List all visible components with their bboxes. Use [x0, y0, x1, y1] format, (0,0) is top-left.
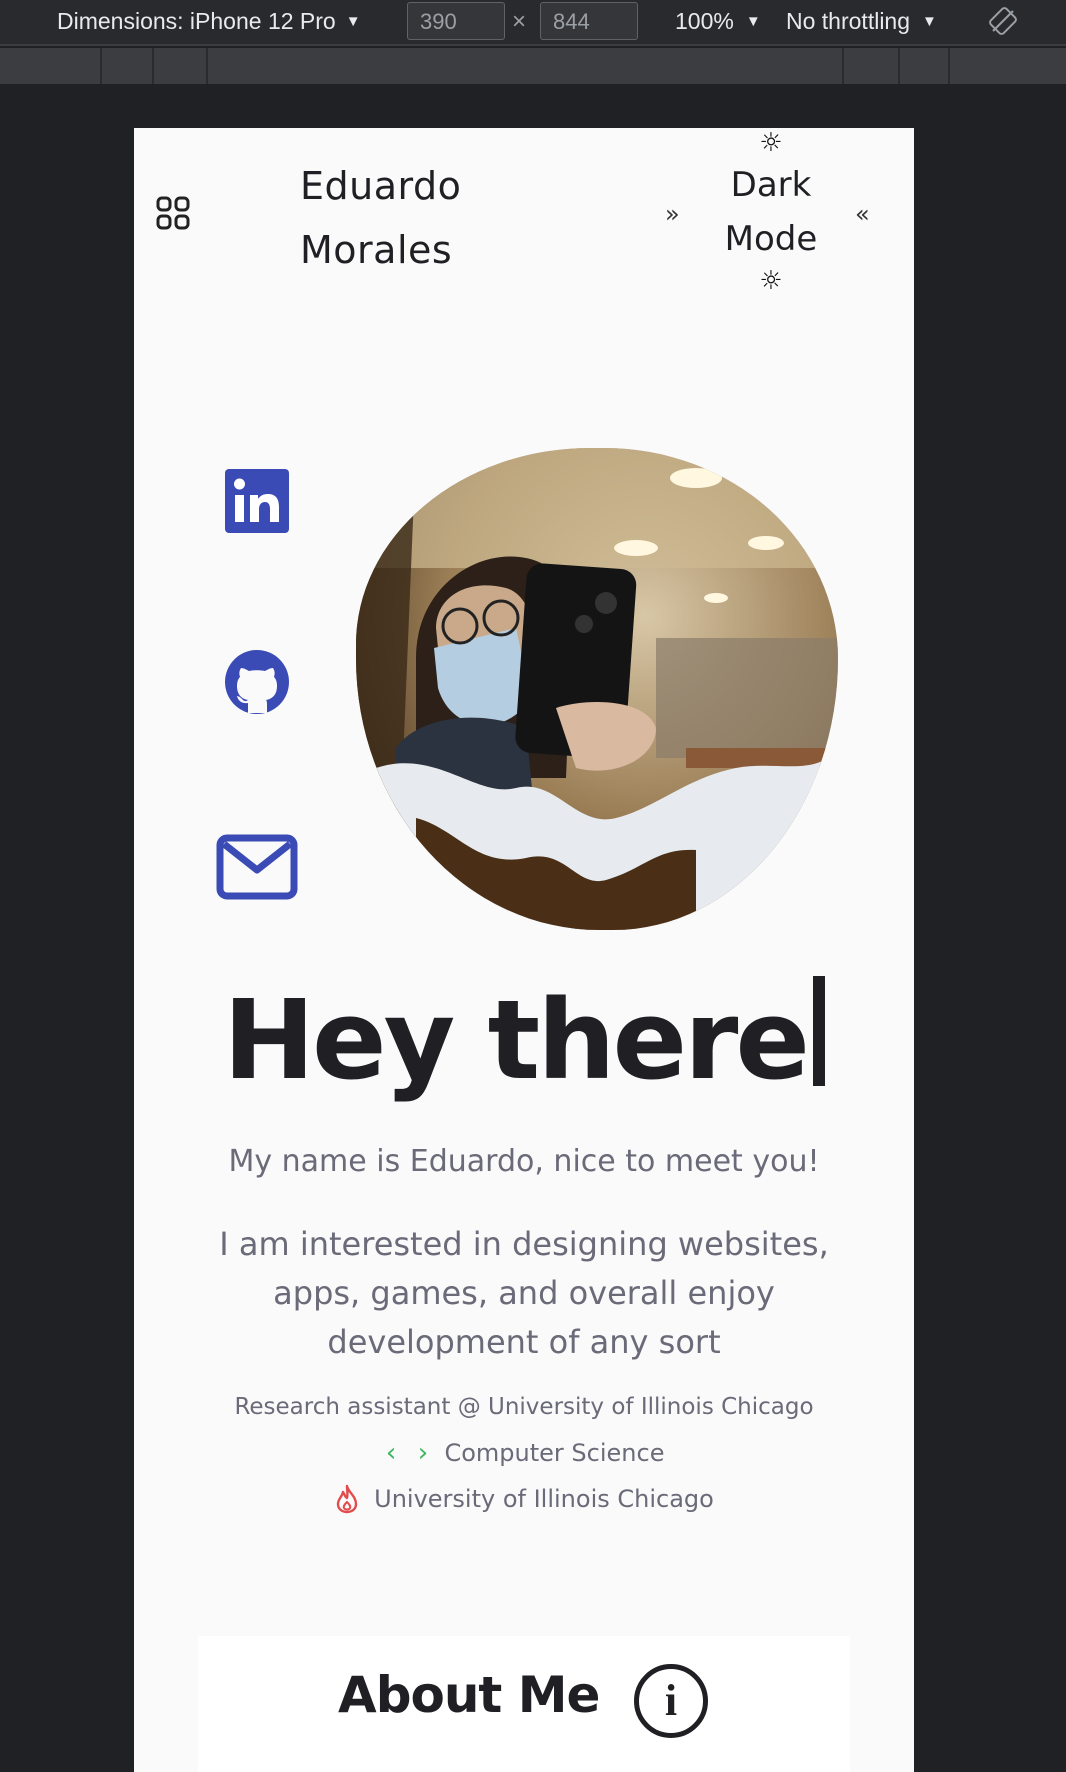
major-line: ‹ › Computer Science — [134, 1438, 914, 1468]
hero-greeting: My name is Eduardo, nice to meet you! — [228, 1144, 820, 1179]
github-icon — [225, 650, 289, 714]
role-line: Research assistant @ University of Illin… — [234, 1394, 814, 1420]
height-input[interactable]: 844 — [540, 2, 638, 40]
major-label: Computer Science — [444, 1439, 665, 1467]
media-segment[interactable] — [898, 48, 948, 84]
sun-icon: ☼ — [759, 266, 783, 296]
rotate-icon[interactable] — [988, 6, 1018, 36]
media-segment[interactable] — [206, 48, 842, 84]
email-link[interactable] — [216, 834, 298, 900]
hero-headline-text: Hey there — [222, 976, 810, 1104]
code-icon: ‹ › — [383, 1438, 431, 1468]
device-label: Dimensions: iPhone 12 Pro — [57, 8, 336, 34]
school-line: University of Illinois Chicago — [134, 1484, 914, 1514]
linkedin-icon — [225, 469, 289, 533]
typing-cursor — [813, 976, 825, 1086]
device-selector[interactable]: Dimensions: iPhone 12 Pro ▼ — [57, 8, 361, 35]
flame-icon — [336, 1484, 358, 1514]
about-me-section[interactable]: About Me i — [198, 1636, 850, 1772]
logo-line2: Morales — [300, 228, 453, 272]
chevron-left-icon: « — [855, 200, 870, 228]
info-icon[interactable]: i — [634, 1664, 708, 1738]
media-segment[interactable] — [0, 48, 100, 84]
media-segment[interactable] — [152, 48, 206, 84]
devtools-device-toolbar: Dimensions: iPhone 12 Pro ▼ 390 × 844 10… — [0, 0, 1066, 46]
times-icon: × — [512, 8, 527, 35]
profile-photo — [356, 448, 838, 930]
chevron-down-icon: ▼ — [745, 13, 761, 30]
school-label: University of Illinois Chicago — [374, 1485, 714, 1513]
width-input[interactable]: 390 — [407, 2, 505, 40]
sun-icon: ☼ — [759, 128, 783, 158]
hero-headline: Hey there — [134, 976, 914, 1104]
media-query-bar — [0, 48, 1066, 84]
github-link[interactable] — [224, 648, 290, 716]
dark-mode-label-line1: Dark — [730, 165, 812, 205]
menu-grid-icon[interactable] — [156, 196, 190, 230]
zoom-selector[interactable]: 100% ▼ — [675, 8, 761, 35]
throttling-selector[interactable]: No throttling ▼ — [786, 8, 937, 35]
hero-description: I am interested in designing websites, a… — [219, 1225, 829, 1361]
throttling-label: No throttling — [786, 8, 911, 34]
linkedin-link[interactable] — [224, 468, 290, 534]
logo-line1: Eduardo — [300, 164, 462, 208]
chevron-down-icon: ▼ — [345, 13, 361, 30]
media-segment[interactable] — [842, 48, 898, 84]
zoom-label: 100% — [675, 8, 734, 34]
media-segment[interactable] — [100, 48, 152, 84]
dark-mode-label-line2: Mode — [724, 219, 818, 259]
device-viewport: Eduardo Morales » ☼ Dark Mode ☼ « Hey th… — [134, 128, 914, 1772]
about-me-title: About Me — [338, 1666, 600, 1724]
chevron-down-icon: ▼ — [922, 13, 937, 30]
media-segment[interactable] — [948, 48, 1066, 84]
site-logo[interactable]: Eduardo Morales — [300, 154, 461, 282]
mail-icon — [216, 834, 298, 900]
chevron-right-icon: » — [665, 200, 680, 228]
dark-mode-toggle[interactable]: ☼ Dark Mode ☼ — [696, 128, 846, 296]
